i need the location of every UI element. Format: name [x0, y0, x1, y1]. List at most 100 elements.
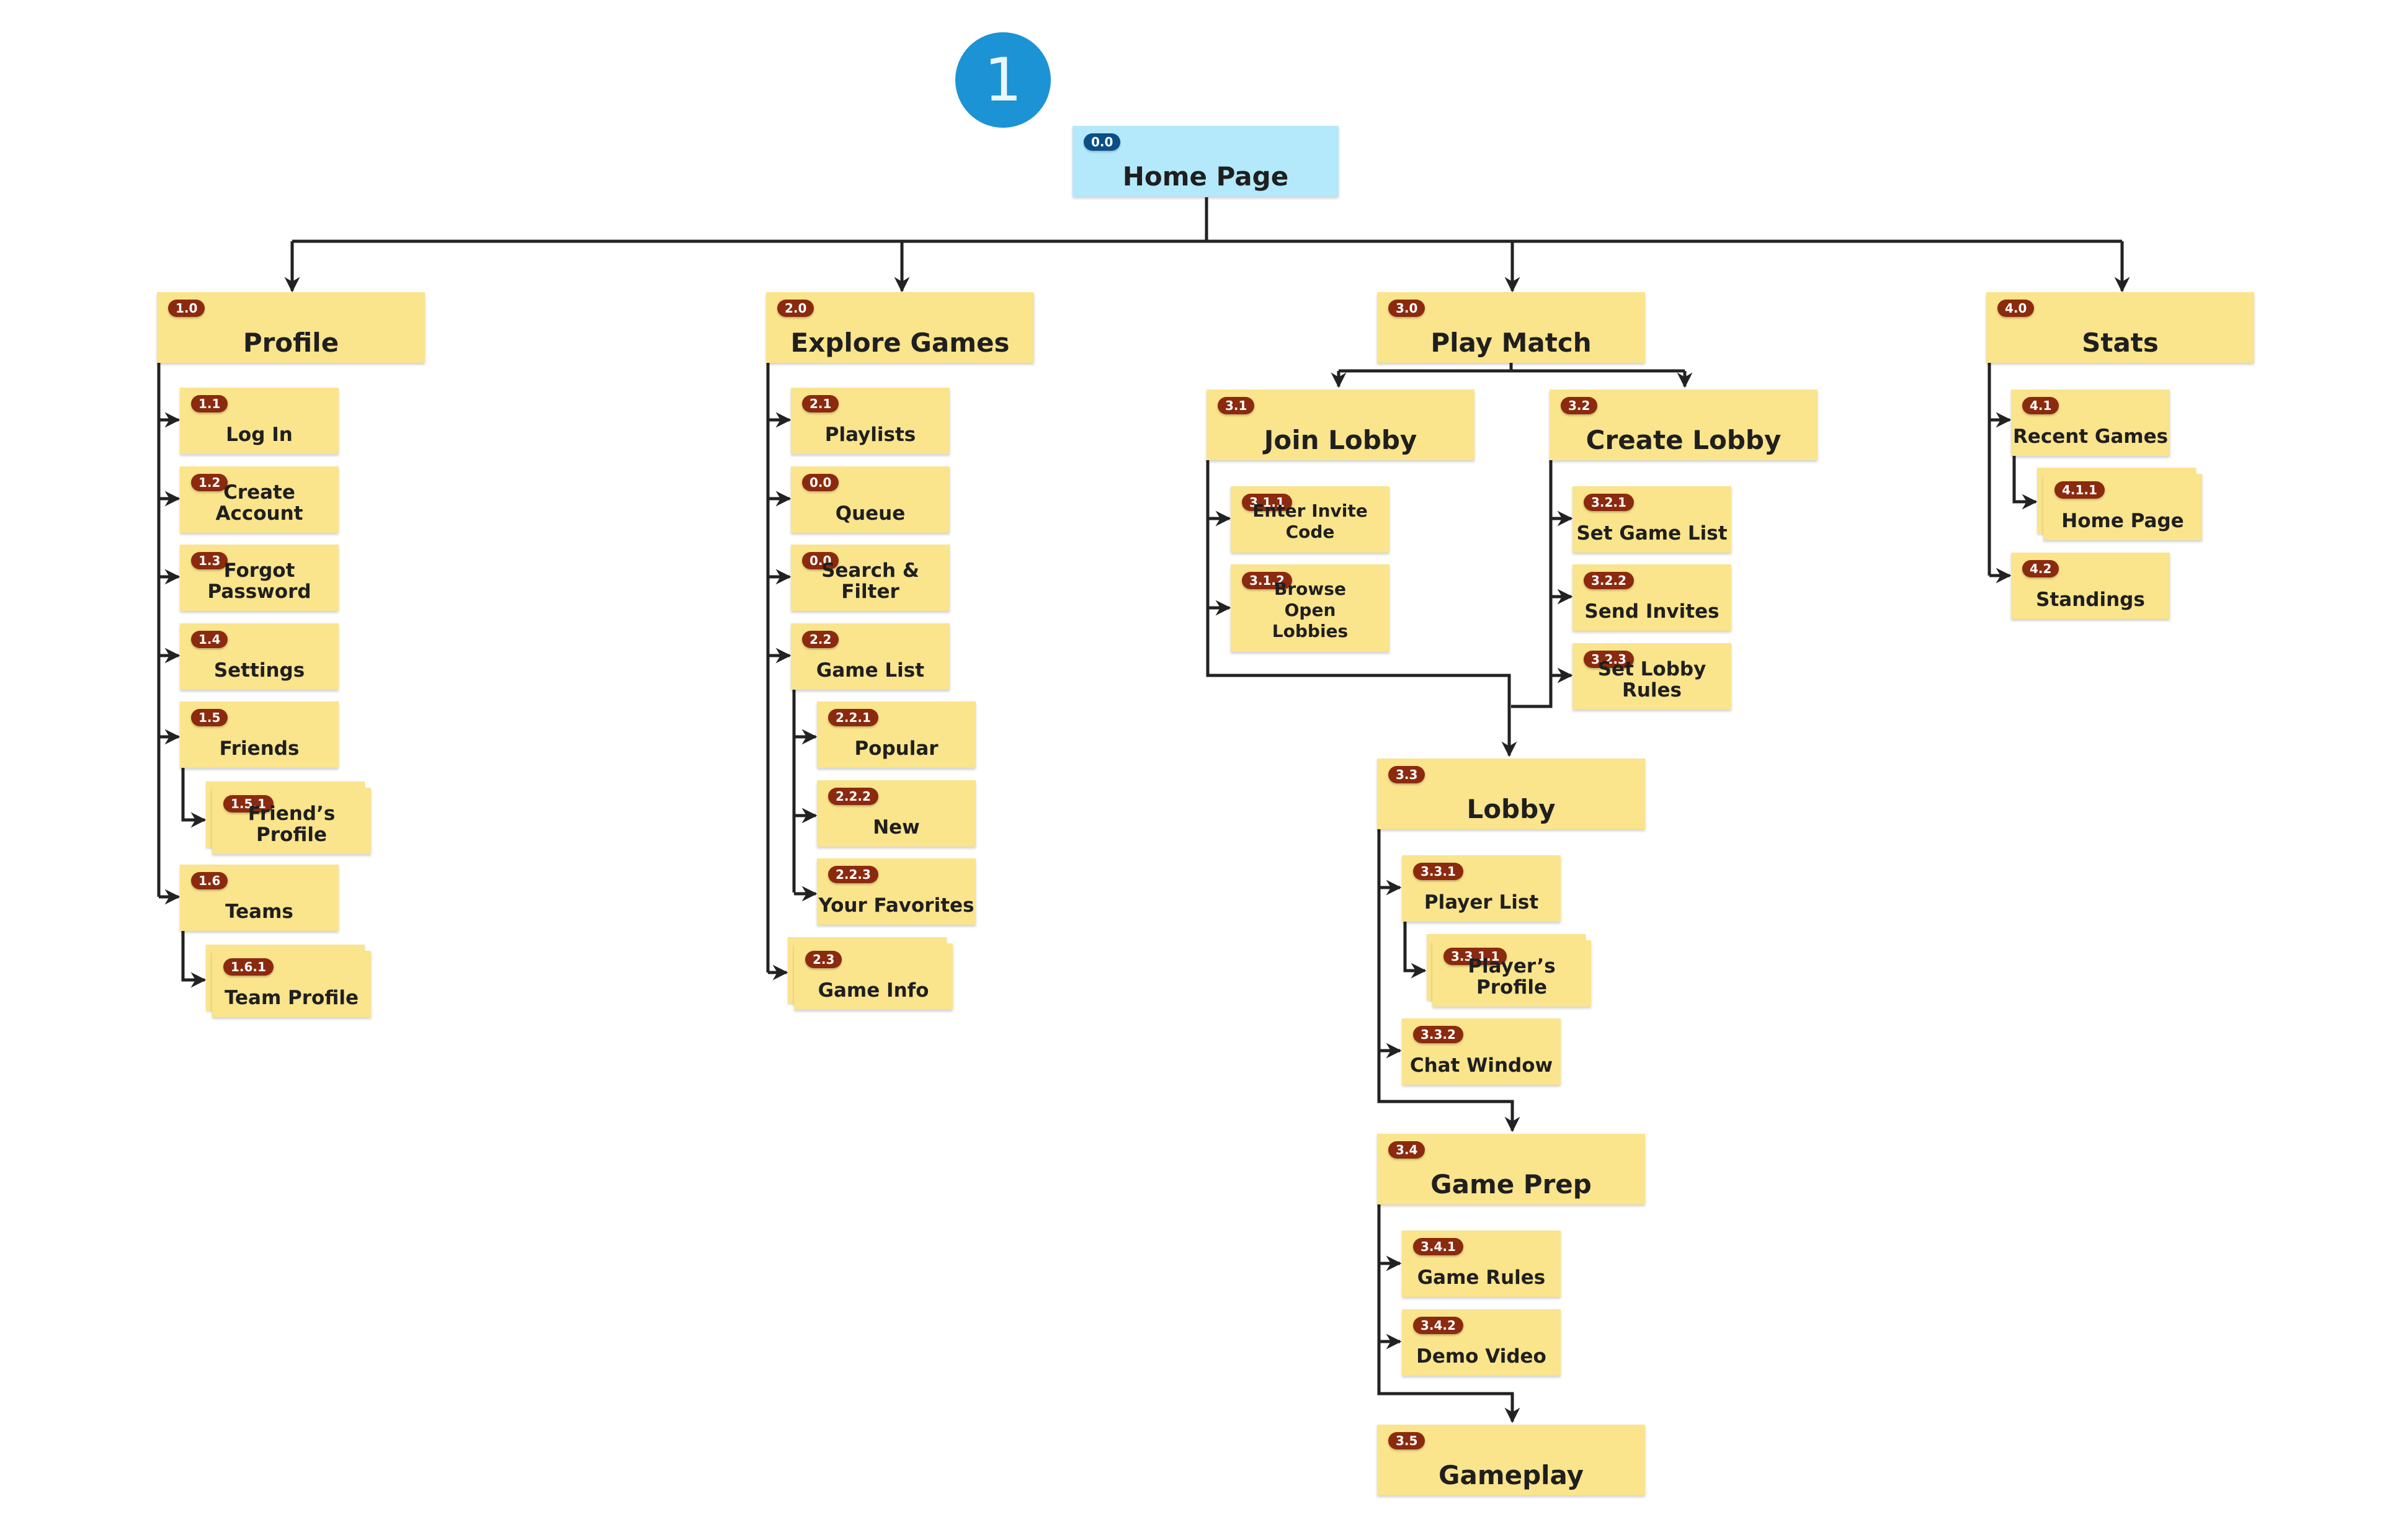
node-friends-profile[interactable]: 1.5.1 Friend’s Profile — [212, 788, 371, 854]
node-players-profile[interactable]: 3.3.1.1 Player’s Profile — [1432, 940, 1591, 1007]
node-popular[interactable]: 2.2.1 Popular — [817, 701, 976, 768]
node-lobby[interactable]: 3.3 Lobby — [1377, 759, 1645, 829]
node-label: Demo Video — [1416, 1345, 1546, 1368]
node-label: Standings — [2036, 589, 2145, 611]
node-id-badge: 3.3.2 — [1413, 1026, 1463, 1043]
node-label: Team Profile — [224, 987, 359, 1009]
node-id-badge: 0.0 — [1084, 133, 1121, 151]
node-id-badge: 2.2.3 — [828, 866, 878, 883]
node-profile[interactable]: 1.0 Profile — [157, 292, 425, 363]
node-playlists[interactable]: 2.1 Playlists — [791, 388, 950, 454]
node-enter-invite-code[interactable]: 3.1.1 Enter Invite Code — [1231, 486, 1390, 553]
node-demo-video[interactable]: 3.4.2 Demo Video — [1402, 1309, 1561, 1376]
node-id-badge: 2.2.1 — [828, 709, 878, 726]
node-label: Stats — [2082, 327, 2159, 358]
node-label: Teams — [225, 901, 293, 923]
node-id-badge: 2.2.2 — [828, 788, 878, 805]
node-label: Profile — [243, 327, 339, 358]
node-create-lobby[interactable]: 3.2 Create Lobby — [1550, 389, 1818, 460]
node-game-info[interactable]: 2.3 Game Info — [794, 943, 953, 1010]
node-queue[interactable]: 0.0 Queue — [791, 466, 950, 533]
node-explore-games[interactable]: 2.0 Explore Games — [766, 292, 1034, 363]
node-team-profile[interactable]: 1.6.1 Team Profile — [212, 951, 371, 1017]
node-id-badge: 3.2.2 — [1584, 572, 1634, 589]
node-player-list[interactable]: 3.3.1 Player List — [1402, 855, 1561, 922]
node-id-badge: 4.2 — [2022, 560, 2059, 577]
node-play-match[interactable]: 3.0 Play Match — [1377, 292, 1645, 363]
node-label: Set Game List — [1576, 522, 1728, 545]
node-set-lobby-rules[interactable]: 3.2.3 Set Lobby Rules — [1572, 643, 1731, 710]
node-forgot-password[interactable]: 1.3 Forgot Password — [180, 545, 339, 611]
node-home-page[interactable]: 0.0 Home Page — [1073, 126, 1339, 197]
node-search-and-filter[interactable]: 0.0 Search & Filter — [791, 545, 950, 611]
node-home-page[interactable]: 4.1.1 Home Page — [2043, 474, 2202, 540]
node-label: New — [873, 816, 920, 839]
node-label: Set Lobby Rules — [1597, 658, 1706, 701]
node-stats[interactable]: 4.0 Stats — [1986, 292, 2254, 363]
node-new[interactable]: 2.2.2 New — [817, 780, 976, 847]
node-id-badge: 2.2 — [802, 631, 839, 648]
node-label: Player’s Profile — [1468, 955, 1556, 999]
node-join-lobby[interactable]: 3.1 Join Lobby — [1207, 389, 1474, 460]
node-your-favorites[interactable]: 2.2.3 Your Favorites — [817, 858, 976, 925]
node-label: Home Page — [2061, 510, 2184, 532]
node-id-badge: 1.6 — [191, 872, 228, 889]
node-id-badge: 1.1 — [191, 395, 228, 412]
node-game-prep[interactable]: 3.4 Game Prep — [1377, 1134, 1645, 1204]
node-settings[interactable]: 1.4 Settings — [180, 623, 339, 690]
node-label: Popular — [854, 737, 939, 760]
node-id-badge: 1.4 — [191, 631, 228, 648]
node-set-game-list[interactable]: 3.2.1 Set Game List — [1572, 486, 1731, 553]
node-label: Lobby — [1466, 794, 1556, 824]
node-friends[interactable]: 1.5 Friends — [180, 701, 339, 768]
node-id-badge: 3.2 — [1561, 397, 1598, 414]
node-id-badge: 2.1 — [802, 395, 839, 412]
node-label: Game Info — [818, 979, 929, 1002]
node-id-badge: 3.3.1 — [1413, 863, 1463, 880]
create-to-lobby — [1511, 460, 1553, 708]
node-chat-window[interactable]: 3.3.2 Chat Window — [1402, 1018, 1561, 1085]
node-id-badge: 3.2.1 — [1584, 494, 1634, 511]
node-game-list[interactable]: 2.2 Game List — [791, 623, 950, 690]
node-game-rules[interactable]: 3.4.1 Game Rules — [1402, 1231, 1561, 1297]
node-label: Your Favorites — [818, 894, 975, 917]
node-id-badge: 4.1 — [2022, 397, 2059, 414]
node-label: Browse Open Lobbies — [1272, 579, 1349, 641]
node-gameplay[interactable]: 3.5 Gameplay — [1377, 1425, 1645, 1495]
connector-line — [1403, 922, 1427, 979]
node-label: Chat Window — [1409, 1054, 1553, 1077]
node-label: Friends — [219, 737, 300, 760]
node-label: Forgot Password — [207, 559, 311, 603]
node-id-badge: 3.5 — [1388, 1432, 1425, 1449]
node-label: Recent Games — [2012, 425, 2169, 448]
node-label: Log In — [226, 424, 293, 446]
node-id-badge: 1.5 — [191, 709, 228, 726]
node-recent-games[interactable]: 4.1 Recent Games — [2011, 389, 2170, 456]
node-id-badge: 3.0 — [1388, 300, 1425, 317]
node-label: Playlists — [824, 424, 916, 446]
node-create-account[interactable]: 1.2 Create Account — [180, 466, 339, 533]
connector-line — [2012, 455, 2038, 510]
node-label: Explore Games — [790, 327, 1010, 358]
node-label: Settings — [213, 659, 305, 682]
node-id-badge: 4.1.1 — [2054, 481, 2105, 499]
connector-layer — [157, 197, 2130, 1423]
node-label: Game Prep — [1430, 1169, 1592, 1200]
node-label: Play Match — [1430, 327, 1592, 358]
node-id-badge: 3.4.2 — [1413, 1317, 1463, 1334]
node-label: Search & Filter — [821, 559, 919, 603]
node-label: Player List — [1424, 891, 1539, 914]
node-id-badge: 3.4.1 — [1413, 1238, 1463, 1255]
node-standings[interactable]: 4.2 Standings — [2011, 553, 2170, 619]
node-id-badge: 4.0 — [1997, 300, 2035, 317]
node-label: Create Account — [215, 481, 303, 525]
node-teams[interactable]: 1.6 Teams — [180, 865, 339, 931]
node-browse-open-lobbies[interactable]: 3.1.2 Browse Open Lobbies — [1231, 564, 1390, 652]
connector-line — [181, 768, 207, 828]
node-id-badge: 1.6.1 — [223, 958, 274, 976]
node-id-badge: 3.1 — [1218, 397, 1255, 414]
node-id-badge: 3.4 — [1388, 1141, 1425, 1159]
node-send-invites[interactable]: 3.2.2 Send Invites — [1572, 564, 1731, 631]
node-label: Create Lobby — [1586, 425, 1782, 455]
node-log-in[interactable]: 1.1 Log In — [180, 388, 339, 454]
